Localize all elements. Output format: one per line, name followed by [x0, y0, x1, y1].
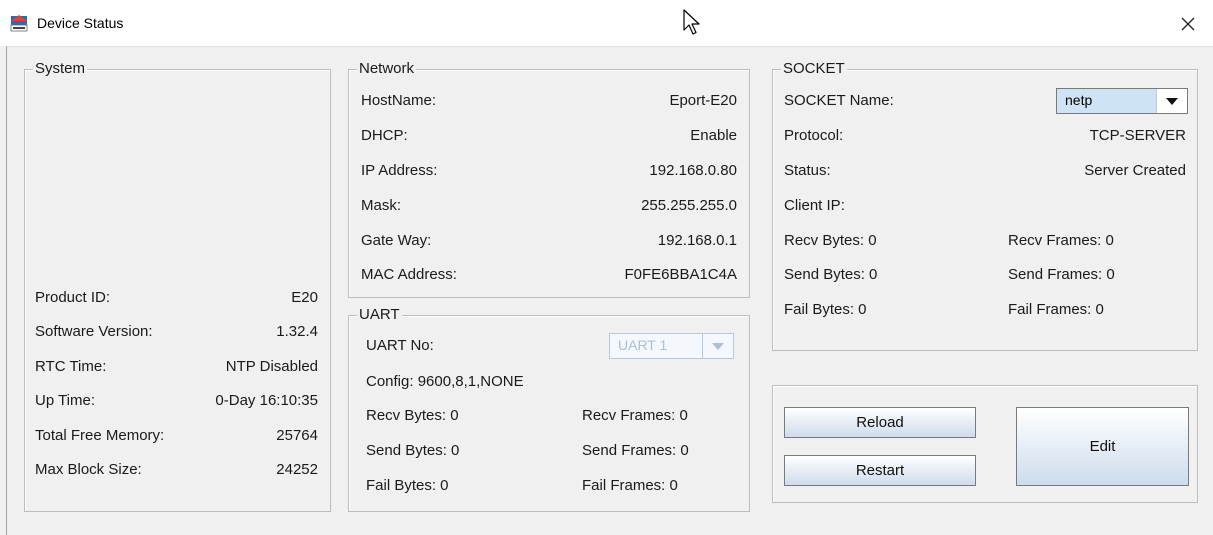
socket-group-title: SOCKET: [781, 60, 847, 78]
network-row-mac-address: MAC Address: F0FE6BBA1C4A: [361, 266, 737, 283]
chevron-down-icon: [1166, 97, 1178, 105]
window-title: Device Status: [37, 15, 124, 31]
system-row-software-version: Software Version: 1.32.4: [35, 323, 318, 340]
mouse-pointer-icon: [683, 9, 700, 35]
system-row-up-time: Up Time: 0-Day 16:10:35: [35, 392, 318, 409]
actions-group: Reload Restart Edit: [772, 385, 1198, 503]
system-group: System Product ID: E20 Software Version:…: [24, 60, 331, 512]
network-row-dhcp: DHCP: Enable: [361, 127, 737, 144]
socket-group: SOCKET SOCKET Name: netp Protocol: TCP-S…: [772, 60, 1198, 351]
title-bar: Device Status: [0, 0, 1213, 46]
close-icon: [1181, 17, 1195, 31]
system-row-max-block-size: Max Block Size: 24252: [35, 461, 318, 478]
socket-recv-bytes: Recv Bytes: 0: [784, 232, 877, 249]
socket-row-protocol: Protocol: TCP-SERVER: [784, 127, 1186, 144]
system-group-title: System: [33, 60, 88, 78]
close-button[interactable]: [1170, 8, 1206, 40]
system-row-product-id: Product ID: E20: [35, 289, 318, 306]
edit-button[interactable]: Edit: [1016, 407, 1189, 486]
socket-row-status: Status: Server Created: [784, 162, 1186, 179]
socket-send-bytes: Send Bytes: 0: [784, 266, 878, 283]
socket-name-dropdown-button[interactable]: [1156, 89, 1187, 113]
uart-recv-bytes: Recv Bytes: 0: [366, 407, 459, 424]
uart-fail-frames: Fail Frames: 0: [582, 477, 678, 494]
network-row-gateway: Gate Way: 192.168.0.1: [361, 232, 737, 249]
uart-send-bytes: Send Bytes: 0: [366, 442, 460, 459]
system-row-total-free-memory: Total Free Memory: 25764: [35, 427, 318, 444]
uart-group-title: UART: [357, 306, 402, 324]
device-app-icon: [10, 15, 28, 32]
uart-no-dropdown-button[interactable]: [702, 334, 733, 358]
network-row-ip-address: IP Address: 192.168.0.80: [361, 162, 737, 179]
socket-client-ip-label: Client IP:: [784, 197, 845, 214]
network-row-mask: Mask: 255.255.255.0: [361, 197, 737, 214]
system-row-rtc-time: RTC Time: NTP Disabled: [35, 358, 318, 375]
socket-name-select[interactable]: netp: [1056, 88, 1188, 114]
reload-button[interactable]: Reload: [784, 407, 976, 438]
restart-button[interactable]: Restart: [784, 455, 976, 486]
chevron-down-icon: [712, 342, 724, 350]
uart-no-label: UART No:: [366, 337, 434, 354]
network-row-hostname: HostName: Eport-E20: [361, 92, 737, 109]
socket-recv-frames: Recv Frames: 0: [1008, 232, 1114, 249]
socket-send-frames: Send Frames: 0: [1008, 266, 1115, 283]
uart-config: Config: 9600,8,1,NONE: [366, 373, 524, 390]
socket-name-label: SOCKET Name:: [784, 92, 894, 109]
uart-fail-bytes: Fail Bytes: 0: [366, 477, 449, 494]
uart-send-frames: Send Frames: 0: [582, 442, 689, 459]
uart-group: UART UART No: UART 1 Config: 9600,8,1,NO…: [348, 306, 750, 512]
uart-recv-frames: Recv Frames: 0: [582, 407, 688, 424]
network-group-title: Network: [357, 60, 417, 78]
uart-no-select[interactable]: UART 1: [609, 333, 734, 359]
socket-fail-frames: Fail Frames: 0: [1008, 301, 1104, 318]
socket-fail-bytes: Fail Bytes: 0: [784, 301, 867, 318]
network-group: Network HostName: Eport-E20 DHCP: Enable…: [348, 60, 750, 298]
